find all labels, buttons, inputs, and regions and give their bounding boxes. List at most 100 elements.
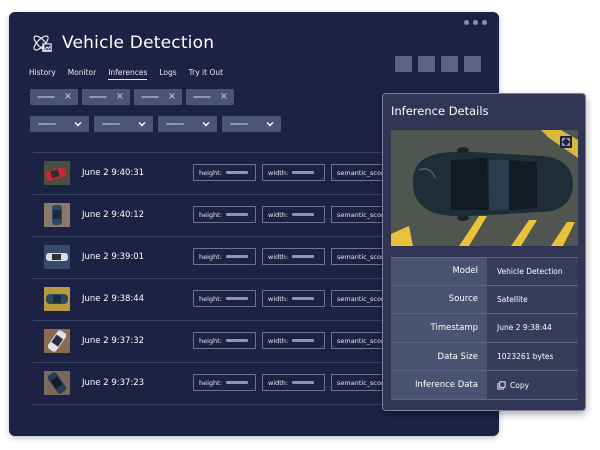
close-icon[interactable]: × <box>116 90 124 104</box>
detail-key: Timestamp <box>391 314 487 342</box>
toolbar-button[interactable] <box>418 56 435 72</box>
field-label: semantic_score <box>337 210 388 219</box>
detail-key: Inference Data <box>391 371 487 399</box>
height-field: height: <box>193 332 256 349</box>
filter-chip[interactable]: × <box>82 89 130 105</box>
window-dot[interactable] <box>473 20 478 25</box>
window-dot[interactable] <box>482 20 487 25</box>
filter-chips: × × × × <box>30 89 234 105</box>
detail-row-model: Model Vehicle Detection <box>391 257 578 286</box>
select-placeholder <box>166 123 184 125</box>
close-icon[interactable]: × <box>168 90 176 104</box>
detail-row-inference-data: Inference Data Copy <box>391 371 578 400</box>
select-placeholder <box>230 123 248 125</box>
field-value-placeholder <box>292 171 315 174</box>
detail-value: Vehicle Detection <box>487 258 578 285</box>
field-value-placeholder <box>292 297 315 300</box>
tab-monitor[interactable]: Monitor <box>68 68 97 80</box>
detail-value: Copy <box>487 371 578 399</box>
close-icon[interactable]: × <box>220 90 228 104</box>
field-value-placeholder <box>292 381 315 384</box>
filter-select[interactable] <box>158 116 217 132</box>
satellite-image <box>391 130 578 246</box>
toolbar-button[interactable] <box>441 56 458 72</box>
detail-row-source: Source Satellite <box>391 285 578 315</box>
tab-inferences[interactable]: Inferences <box>108 68 148 80</box>
detail-value: Satellite <box>487 285 578 314</box>
width-field: width: <box>262 248 325 265</box>
field-label: semantic_score <box>337 294 388 303</box>
width-field: width: <box>262 332 325 349</box>
chevron-down-icon <box>266 122 274 127</box>
tab-history[interactable]: History <box>29 68 56 80</box>
vehicle-thumbnail <box>44 245 70 269</box>
height-field: height: <box>193 374 256 391</box>
field-value-placeholder <box>292 213 315 216</box>
filter-select[interactable] <box>222 116 281 132</box>
detail-key: Source <box>391 285 487 314</box>
vehicle-image <box>391 130 578 246</box>
app-title: Vehicle Detection <box>62 33 215 53</box>
height-field: height: <box>193 248 256 265</box>
height-field: height: <box>193 290 256 307</box>
toolbar-button[interactable] <box>395 56 412 72</box>
field-label: semantic_score <box>337 378 388 387</box>
row-timestamp: June 2 9:38:44 <box>82 294 145 304</box>
vehicle-thumbnail <box>44 203 70 227</box>
row-timestamp: June 2 9:39:01 <box>82 252 145 262</box>
width-field: width: <box>262 206 325 223</box>
vehicle-thumbnail <box>44 161 70 185</box>
field-label: height: <box>199 294 222 303</box>
filter-selects <box>30 116 281 132</box>
filter-select[interactable] <box>94 116 153 132</box>
field-value-placeholder <box>225 213 248 216</box>
tab-try-it-out[interactable]: Try it Out <box>189 68 223 80</box>
inference-details-panel: Inference Details Model Vehicle Detectio… <box>382 93 586 411</box>
field-value-placeholder <box>225 339 248 342</box>
field-label: width: <box>268 210 289 219</box>
field-value-placeholder <box>292 339 315 342</box>
filter-chip[interactable]: × <box>134 89 182 105</box>
height-field: height: <box>193 164 256 181</box>
field-label: height: <box>199 252 222 261</box>
width-field: width: <box>262 290 325 307</box>
field-label: width: <box>268 336 289 345</box>
copy-label: Copy <box>510 380 530 390</box>
field-label: semantic_score <box>337 168 388 177</box>
detail-row-data-size: Data Size 1023261 bytes <box>391 342 578 372</box>
detail-key: Model <box>391 258 487 285</box>
window-dot[interactable] <box>464 20 469 25</box>
field-value-placeholder <box>225 171 248 174</box>
vehicle-thumbnail <box>44 371 70 395</box>
expand-button[interactable] <box>560 136 572 148</box>
row-timestamp: June 2 9:40:31 <box>82 168 145 178</box>
chevron-down-icon <box>202 122 210 127</box>
nav-tabs: History Monitor Inferences Logs Try it O… <box>29 68 223 80</box>
row-timestamp: June 2 9:37:23 <box>82 378 145 388</box>
filter-select[interactable] <box>30 116 89 132</box>
expand-icon <box>562 138 570 146</box>
tab-logs[interactable]: Logs <box>159 68 176 80</box>
field-label: width: <box>268 294 289 303</box>
filter-chip[interactable]: × <box>30 89 78 105</box>
chip-placeholder <box>193 96 211 98</box>
width-field: width: <box>262 164 325 181</box>
vehicle-thumbnail <box>44 329 70 353</box>
select-placeholder <box>38 123 56 125</box>
detail-value: June 2 9:38:44 <box>487 314 578 342</box>
copy-button[interactable]: Copy <box>497 381 529 390</box>
width-field: width: <box>262 374 325 391</box>
field-label: semantic_score <box>337 336 388 345</box>
vehicle-thumbnail <box>44 287 70 311</box>
field-label: height: <box>199 210 222 219</box>
close-icon[interactable]: × <box>64 90 72 104</box>
details-table: Model Vehicle Detection Source Satellite… <box>391 257 578 400</box>
filter-chip[interactable]: × <box>186 89 234 105</box>
toolbar-button[interactable] <box>464 56 481 72</box>
window-controls[interactable] <box>464 20 487 25</box>
field-label: width: <box>268 168 289 177</box>
field-label: height: <box>199 168 222 177</box>
field-value-placeholder <box>225 297 248 300</box>
detail-row-timestamp: Timestamp June 2 9:38:44 <box>391 314 578 343</box>
field-label: semantic_score <box>337 252 388 261</box>
